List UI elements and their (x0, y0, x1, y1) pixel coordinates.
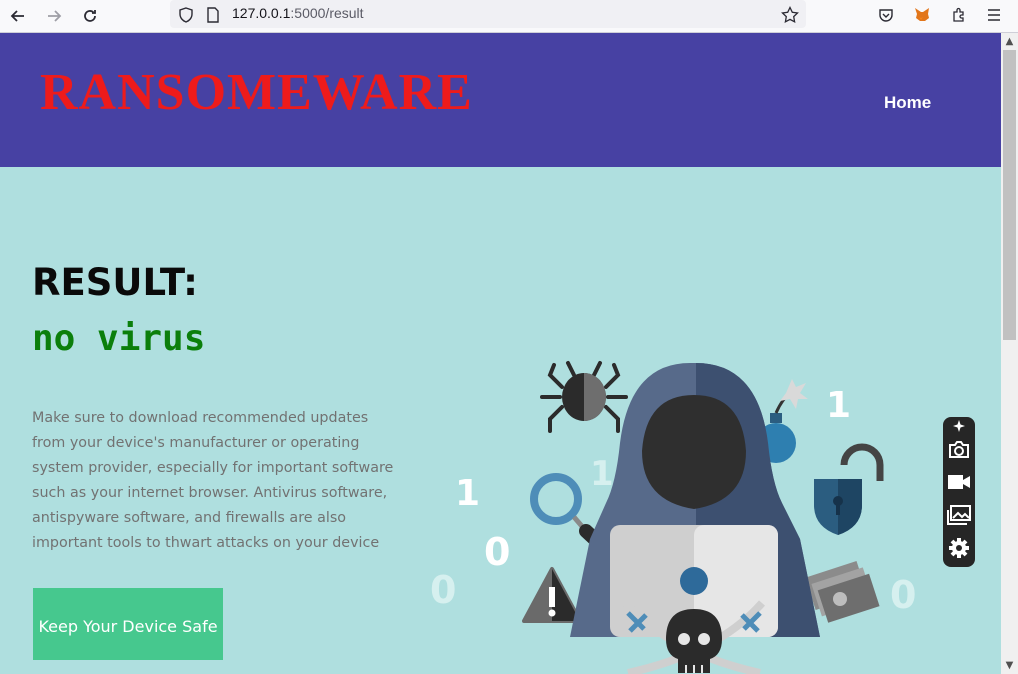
binary-digit: 1 (455, 473, 480, 514)
pocket-icon[interactable] (874, 3, 898, 27)
reload-icon (84, 10, 96, 22)
hacker-illustration: 1 1 1 0 0 0 (430, 361, 916, 674)
result-value: no virus (32, 318, 206, 359)
sparkle-icon (947, 419, 971, 433)
binary-digit: 0 (430, 568, 456, 612)
arrow-left-icon (10, 10, 24, 22)
scroll-down-arrow[interactable]: ▼ (1001, 657, 1018, 674)
reload-button[interactable] (76, 3, 104, 29)
scroll-up-arrow[interactable]: ▲ (1001, 33, 1018, 50)
brand-logo[interactable]: RANSOMEWARE (40, 63, 473, 122)
metamask-fox-icon[interactable] (910, 3, 934, 27)
star-icon[interactable] (778, 3, 802, 27)
scroll-thumb[interactable] (1003, 50, 1016, 340)
forward-button[interactable] (40, 3, 68, 29)
camera-icon[interactable] (947, 437, 971, 461)
site-header: RANSOMEWARE Home (0, 33, 1001, 167)
puzzle-icon[interactable] (947, 3, 971, 27)
url-path: :5000/result (290, 5, 364, 21)
spider-icon (540, 361, 628, 433)
result-title: RESULT: (32, 261, 198, 304)
back-button[interactable] (4, 3, 32, 29)
gear-icon[interactable] (947, 536, 971, 560)
nav-home-link[interactable]: Home (884, 93, 931, 113)
warning-icon (522, 567, 582, 623)
open-padlock-icon (814, 443, 884, 535)
url-host: 127.0.0.1 (232, 5, 291, 21)
page: RANSOMEWARE Home RESULT: no virus Make s… (0, 33, 1001, 674)
hamburger-menu-icon[interactable] (982, 3, 1006, 27)
arrow-right-icon (48, 10, 62, 22)
video-icon[interactable] (947, 470, 971, 494)
keep-device-safe-button[interactable]: Keep Your Device Safe (33, 588, 223, 660)
url-text[interactable]: 127.0.0.1:5000/result (232, 5, 364, 21)
page-icon[interactable] (201, 3, 225, 27)
shield-icon[interactable] (174, 3, 198, 27)
binary-digit: 1 (826, 385, 851, 426)
page-scrollbar[interactable]: ▲ ▼ (1001, 33, 1018, 674)
screenshot-toolbar (943, 417, 975, 567)
gallery-icon[interactable] (947, 503, 971, 527)
binary-digit: 1 (590, 454, 614, 494)
browser-toolbar: 127.0.0.1:5000/result (0, 0, 1018, 33)
binary-digit: 0 (484, 530, 510, 574)
money-icon (805, 561, 880, 623)
binary-digit: 0 (890, 573, 916, 617)
address-bar[interactable]: 127.0.0.1:5000/result (170, 0, 806, 28)
advice-text: Make sure to download recommended update… (32, 410, 394, 551)
